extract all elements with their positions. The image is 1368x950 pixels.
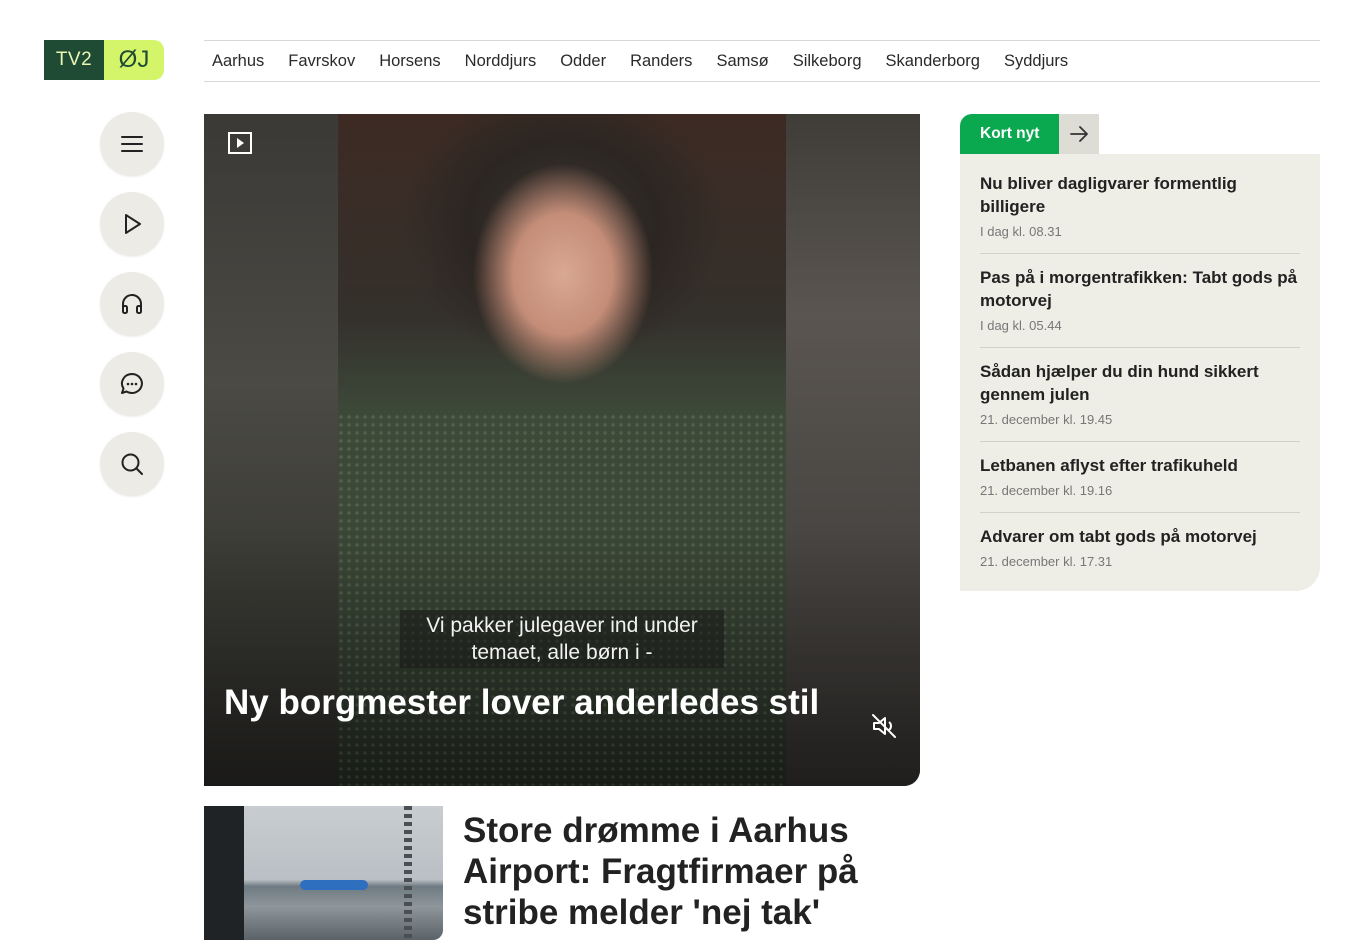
video-subtitle: Vi pakker julegaver ind under temaet, al… — [400, 610, 724, 668]
chat-icon — [121, 373, 143, 394]
region-nav: Aarhus Favrskov Horsens Norddjurs Odder … — [204, 40, 1320, 82]
kort-nyt-item[interactable]: Nu bliver dagligvarer formentlig billige… — [980, 160, 1300, 254]
menu-button[interactable] — [100, 112, 164, 176]
kort-nyt-item[interactable]: Advarer om tabt gods på motorvej 21. dec… — [980, 513, 1300, 583]
video-subtitle-line-2: temaet, alle børn i - — [471, 641, 653, 664]
video-button[interactable] — [100, 192, 164, 256]
kort-nyt-item-date: 21. december kl. 19.16 — [980, 483, 1113, 498]
kort-nyt-item-title[interactable]: Pas på i morgentrafikken: Tabt gods på m… — [980, 266, 1300, 312]
article-thumbnail[interactable] — [204, 806, 443, 940]
headphones-icon — [122, 294, 142, 314]
hero-video-article[interactable]: Vi pakker julegaver ind under temaet, al… — [204, 114, 920, 786]
article-title[interactable]: Store drømme i Aarhus Airport: Fragtfirm… — [463, 810, 913, 933]
nav-link-skanderborg[interactable]: Skanderborg — [886, 52, 980, 71]
kort-nyt-panel: Kort nyt Nu bliver dagligvarer formentli… — [960, 114, 1320, 591]
kort-nyt-item[interactable]: Letbanen aflyst efter trafikuheld 21. de… — [980, 442, 1300, 513]
kort-nyt-item[interactable]: Sådan hjælper du din hund sikkert gennem… — [980, 348, 1300, 442]
side-toolbar — [100, 112, 164, 496]
video-subtitle-line-1: Vi pakker julegaver ind under — [426, 614, 698, 637]
kort-nyt-item-date: I dag kl. 08.31 — [980, 224, 1062, 239]
chat-button[interactable] — [100, 352, 164, 416]
kort-nyt-item-date: 21. december kl. 19.45 — [980, 412, 1113, 427]
muted-speaker-icon[interactable] — [870, 712, 898, 740]
kort-nyt-item-title[interactable]: Advarer om tabt gods på motorvej — [980, 525, 1300, 548]
kort-nyt-header[interactable]: Kort nyt — [960, 114, 1320, 154]
thumbnail-window-frame — [204, 806, 244, 940]
video-play-icon — [228, 132, 252, 154]
nav-link-favrskov[interactable]: Favrskov — [288, 52, 355, 71]
thumbnail-airplane — [300, 880, 368, 890]
search-icon — [121, 453, 143, 475]
thumbnail-mast — [404, 806, 412, 940]
kort-nyt-item-date: I dag kl. 05.44 — [980, 318, 1062, 333]
kort-nyt-list: Nu bliver dagligvarer formentlig billige… — [960, 154, 1320, 591]
site-logo[interactable]: TV2 ØJ — [44, 40, 164, 80]
nav-link-norddjurs[interactable]: Norddjurs — [465, 52, 537, 71]
kort-nyt-item-title[interactable]: Letbanen aflyst efter trafikuheld — [980, 454, 1300, 477]
audio-button[interactable] — [100, 272, 164, 336]
nav-link-silkeborg[interactable]: Silkeborg — [793, 52, 862, 71]
kort-nyt-item[interactable]: Pas på i morgentrafikken: Tabt gods på m… — [980, 254, 1300, 348]
kort-nyt-item-title[interactable]: Nu bliver dagligvarer formentlig billige… — [980, 172, 1300, 218]
play-icon — [125, 214, 141, 234]
nav-link-horsens[interactable]: Horsens — [379, 52, 440, 71]
logo-tv2: TV2 — [44, 40, 104, 80]
kort-nyt-item-title[interactable]: Sådan hjælper du din hund sikkert gennem… — [980, 360, 1300, 406]
menu-icon — [121, 136, 143, 152]
kort-nyt-item-date: 21. december kl. 17.31 — [980, 554, 1113, 569]
article-card[interactable]: Store drømme i Aarhus Airport: Fragtfirm… — [204, 806, 920, 946]
logo-oj: ØJ — [104, 40, 164, 80]
kort-nyt-label[interactable]: Kort nyt — [960, 114, 1060, 154]
nav-link-odder[interactable]: Odder — [560, 52, 606, 71]
nav-link-samso[interactable]: Samsø — [716, 52, 768, 71]
kort-nyt-arrow-button[interactable] — [1059, 114, 1100, 154]
nav-link-syddjurs[interactable]: Syddjurs — [1004, 52, 1068, 71]
search-button[interactable] — [100, 432, 164, 496]
nav-link-randers[interactable]: Randers — [630, 52, 692, 71]
arrow-right-icon — [1070, 126, 1089, 142]
nav-link-aarhus[interactable]: Aarhus — [212, 52, 264, 71]
hero-headline[interactable]: Ny borgmester lover anderledes stil — [224, 682, 824, 723]
